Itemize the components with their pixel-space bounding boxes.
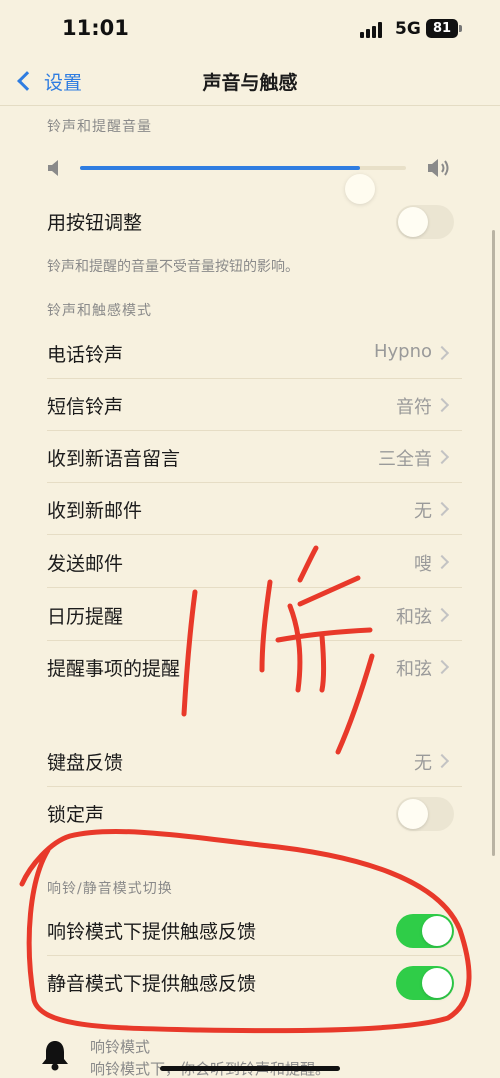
button-adjust-label: 用按钮调整 — [47, 212, 143, 234]
ringtone-row-phone[interactable]: 电话铃声 Hypno — [0, 327, 500, 379]
ringtone-row-sent-mail[interactable]: 发送邮件 嗖 — [0, 536, 500, 588]
row-value: 三全音 — [378, 449, 432, 470]
speaker-low-icon — [48, 160, 58, 176]
row-label: 收到新邮件 — [47, 500, 143, 522]
row-label: 静音模式下提供触感反馈 — [47, 973, 257, 995]
battery-tip — [459, 25, 462, 32]
row-value: 无 — [414, 753, 432, 774]
chevron-right-icon — [434, 607, 450, 623]
row-label: 收到新语音留言 — [47, 448, 181, 470]
row-label: 发送邮件 — [47, 553, 124, 575]
chevron-right-icon — [434, 501, 450, 517]
chevron-right-icon — [434, 397, 450, 413]
haptics-ring-toggle[interactable] — [396, 914, 454, 948]
section-header-volume: 铃声和提醒音量 — [47, 119, 152, 135]
volume-slider-row — [0, 145, 500, 204]
navigation-bar: 设置 声音与触感 — [0, 56, 500, 106]
row-label: 键盘反馈 — [47, 752, 124, 774]
scrollbar[interactable] — [492, 230, 495, 856]
haptics-silent-row: 静音模式下提供触感反馈 — [0, 956, 500, 1008]
ringtone-row-voicemail[interactable]: 收到新语音留言 三全音 — [0, 431, 500, 483]
chevron-right-icon — [434, 449, 450, 465]
button-adjust-toggle[interactable] — [396, 205, 454, 239]
haptics-ring-row: 响铃模式下提供触感反馈 — [0, 904, 500, 956]
toggle-knob — [422, 968, 452, 998]
battery-icon: 81 — [426, 19, 458, 38]
status-time: 11:01 — [62, 16, 129, 40]
row-divider — [47, 534, 462, 535]
row-label: 短信铃声 — [47, 396, 124, 418]
status-bar: 11:01 5G 81 — [0, 0, 500, 56]
row-value: 和弦 — [396, 607, 432, 628]
ringtone-row-sms[interactable]: 短信铃声 音符 — [0, 379, 500, 431]
volume-slider-track[interactable] — [80, 166, 406, 204]
home-indicator[interactable] — [160, 1066, 340, 1071]
row-label: 电话铃声 — [47, 344, 124, 366]
ringtone-row-new-mail[interactable]: 收到新邮件 无 — [0, 483, 500, 535]
chevron-right-icon — [434, 659, 450, 675]
ringtone-row-calendar[interactable]: 日历提醒 和弦 — [0, 589, 500, 641]
chevron-right-icon — [434, 753, 450, 769]
toggle-knob — [422, 916, 452, 946]
haptics-silent-toggle[interactable] — [396, 966, 454, 1000]
row-label: 日历提醒 — [47, 606, 124, 628]
row-value: 和弦 — [396, 659, 432, 680]
keyboard-feedback-row[interactable]: 键盘反馈 无 — [0, 735, 500, 787]
ringtone-row-reminders[interactable]: 提醒事项的提醒 和弦 — [0, 641, 500, 693]
button-adjust-note: 铃声和提醒的音量不受音量按钮的影响。 — [47, 259, 299, 275]
row-label: 锁定声 — [47, 804, 105, 826]
speaker-high-icon — [428, 159, 449, 177]
toggle-knob — [398, 207, 428, 237]
chevron-right-icon — [434, 554, 450, 570]
row-value: 嗖 — [414, 554, 432, 575]
row-divider — [47, 587, 462, 588]
signal-icon — [360, 22, 386, 38]
bell-icon — [42, 1041, 68, 1071]
row-value: Hypno — [373, 341, 432, 362]
row-value: 音符 — [396, 397, 432, 418]
section-header-ringtones: 铃声和触感模式 — [47, 303, 152, 319]
button-adjust-row: 用按钮调整 — [0, 195, 500, 247]
network-type: 5G — [395, 19, 421, 39]
lock-sound-toggle[interactable] — [396, 797, 454, 831]
volume-slider-fill — [80, 166, 361, 170]
row-value: 无 — [414, 501, 432, 522]
row-label: 提醒事项的提醒 — [47, 658, 181, 680]
ring-mode-title: 响铃模式 — [90, 1038, 151, 1056]
row-label: 响铃模式下提供触感反馈 — [47, 921, 257, 943]
section-header-haptics: 响铃/静音模式切换 — [47, 881, 173, 897]
page-title: 声音与触感 — [202, 72, 298, 94]
toggle-knob — [398, 799, 428, 829]
chevron-right-icon — [434, 345, 450, 361]
lock-sound-row: 锁定声 — [0, 787, 500, 839]
